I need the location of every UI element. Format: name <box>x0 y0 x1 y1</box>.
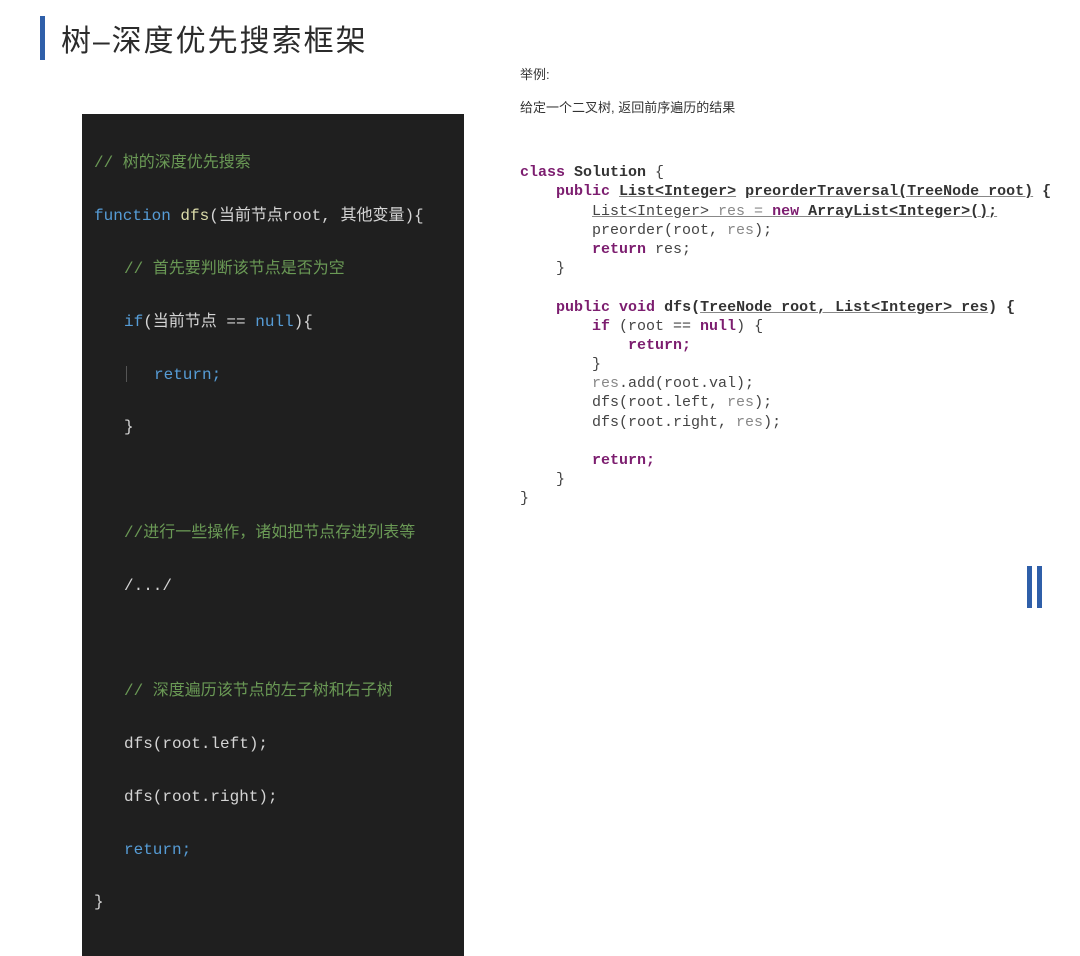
code-comment: // 树的深度优先搜索 <box>94 154 251 172</box>
paren: ); <box>763 414 781 431</box>
accent-bar <box>1037 566 1042 608</box>
example-panel: 举例: 给定一个二叉树, 返回前序遍历的结果 class Solution { … <box>520 64 1060 528</box>
keyword-return: return; <box>154 366 221 384</box>
code-comment: // 深度遍历该节点的左子树和右子树 <box>124 682 393 700</box>
code-comment: // 首先要判断该节点是否为空 <box>124 260 345 278</box>
method-call: .add(root.val); <box>619 375 754 392</box>
code-comment: //进行一些操作，诸如把节点存进列表等 <box>124 524 415 542</box>
keyword-return: return; <box>124 841 191 859</box>
code-placeholder: /.../ <box>124 577 172 595</box>
var-ref: res <box>727 394 754 411</box>
keyword-function: function <box>94 207 171 225</box>
slide-corner-accent <box>1027 566 1042 608</box>
java-code-block: class Solution { public List<Integer> pr… <box>520 144 1060 528</box>
if-cond: (root == <box>610 318 700 335</box>
params: TreeNode root, List<Integer> res <box>700 299 988 316</box>
brace: { <box>646 164 664 181</box>
title-accent-bar <box>40 16 45 60</box>
var-type: List<Integer> <box>592 203 709 220</box>
return-val: res; <box>646 241 691 258</box>
slide-title-bar: 树–深度优先搜索框架 <box>40 16 368 60</box>
class-name: Solution <box>574 164 646 181</box>
keyword-return: return; <box>592 452 655 469</box>
method-name: preorderTraversal(TreeNode root) <box>745 183 1033 200</box>
brace-close: } <box>556 260 565 277</box>
code-call: dfs(root.left); <box>124 735 268 753</box>
method-name: dfs( <box>664 299 700 316</box>
keyword-if: if <box>592 318 610 335</box>
brace: ) { <box>736 318 763 335</box>
code-call: preorder(root, <box>592 222 727 239</box>
brace: ){ <box>294 313 313 331</box>
paren: ); <box>754 222 772 239</box>
slide-title: 树–深度优先搜索框架 <box>61 16 368 60</box>
brace-close: } <box>124 418 134 436</box>
indent-guide <box>126 366 134 382</box>
example-description: 给定一个二叉树, 返回前序遍历的结果 <box>520 97 1060 116</box>
keyword-null: null <box>255 313 293 331</box>
keyword-public: public <box>556 183 610 200</box>
function-name: dfs <box>180 207 209 225</box>
keyword-return: return <box>592 241 646 258</box>
code-call: dfs(root.left, <box>592 394 727 411</box>
brace: { <box>1033 183 1051 200</box>
accent-bar <box>1027 566 1032 608</box>
keyword-null: null <box>700 318 736 335</box>
pseudocode-panel: // 树的深度优先搜索 function dfs(当前节点root, 其他变量)… <box>82 114 464 956</box>
var-assign: res = <box>709 203 772 220</box>
keyword-class: class <box>520 164 565 181</box>
brace: ) { <box>988 299 1015 316</box>
var-ref: res <box>736 414 763 431</box>
example-label: 举例: <box>520 64 1060 83</box>
paren: ); <box>754 394 772 411</box>
var-ref: res <box>727 222 754 239</box>
brace-close: } <box>556 471 565 488</box>
keyword-return: return; <box>628 337 691 354</box>
brace-close: } <box>520 490 529 507</box>
keyword-new: new <box>772 203 799 220</box>
brace-close: } <box>592 356 601 373</box>
return-type: List<Integer> <box>619 183 736 200</box>
keyword-if: if <box>124 313 143 331</box>
keyword-public-void: public void <box>556 299 655 316</box>
function-params: (当前节点root, 其他变量){ <box>209 207 423 225</box>
code-call: dfs(root.right); <box>124 788 278 806</box>
ctor: ArrayList<Integer>(); <box>799 203 997 220</box>
if-condition: (当前节点 == <box>143 313 255 331</box>
code-call: dfs(root.right, <box>592 414 736 431</box>
brace-close: } <box>94 893 104 911</box>
var-ref: res <box>592 375 619 392</box>
